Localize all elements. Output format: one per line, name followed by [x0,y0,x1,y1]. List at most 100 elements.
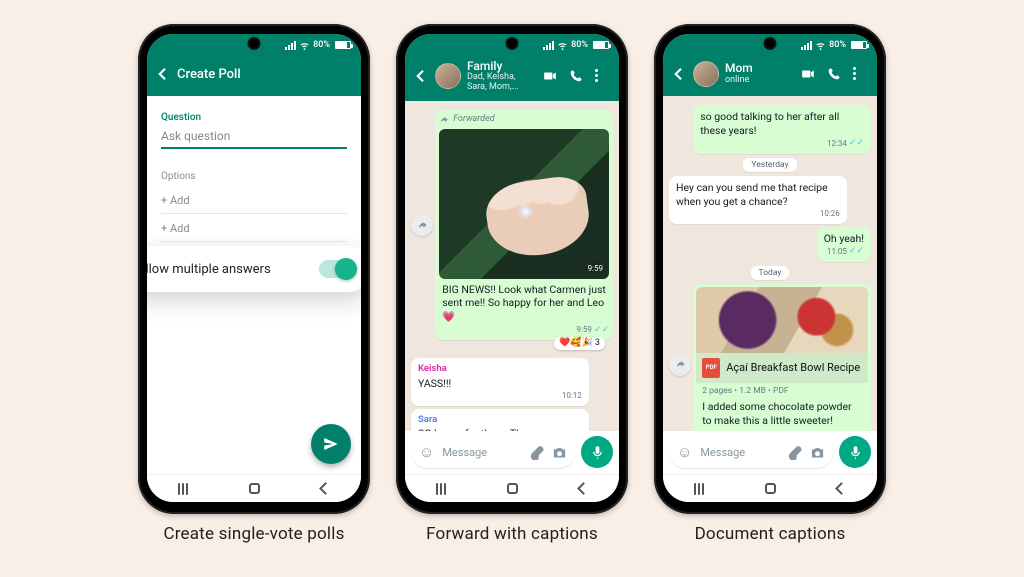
phone-camera [250,39,259,48]
back-button[interactable] [669,65,687,83]
msg-time: 10:12 [562,391,582,401]
nav-home-icon[interactable] [249,483,260,494]
message-input[interactable]: ☺ Message [669,436,833,468]
options-label: Options [161,171,347,182]
more-menu-icon[interactable] [853,67,867,81]
messages[interactable]: Forwarded 9:59 BIG NEWS!! Look what Carm… [405,101,619,431]
video-call-icon[interactable] [543,69,557,83]
attachment-icon[interactable] [787,445,802,460]
nav-recents-icon[interactable] [694,483,704,495]
column-poll: 80% Create Poll Question Ask question Op… [138,24,370,544]
add-option-1[interactable]: + Add [161,186,347,214]
allow-multiple-label: Allow multiple answers [147,262,271,277]
back-button[interactable] [153,65,171,83]
send-poll-button[interactable] [311,424,351,464]
msg-text: Hey can you send me that recipe when you… [676,181,828,208]
forwarded-message[interactable]: Forwarded 9:59 BIG NEWS!! Look what Carm… [435,110,613,340]
battery-icon [851,41,867,49]
android-nav-bar [405,474,619,502]
nav-back-icon[interactable] [319,482,332,495]
voice-call-icon[interactable] [827,67,841,81]
document-title: Açaí Breakfast Bowl Recipe [726,361,860,375]
header-actions [543,69,613,83]
read-ticks-icon: ✓✓ [849,246,864,258]
message-input[interactable]: ☺ Message [411,436,575,468]
forward-arrow-icon [439,115,449,125]
camera-icon[interactable] [552,445,567,460]
msg-text: so good talking to her after all these y… [700,110,839,137]
wifi-icon [815,40,826,51]
messages[interactable]: so good talking to her after all these y… [663,96,877,431]
header-title: Create Poll [177,67,355,82]
back-button[interactable] [411,67,429,85]
battery-pct: 80% [571,40,588,50]
outgoing-message[interactable]: Oh yeah! 11:05✓✓ [817,227,871,262]
incoming-message[interactable]: SaraSO happy for them. They are perfect … [411,409,589,431]
forwarded-photo[interactable]: 9:59 [439,129,609,279]
screen-poll: 80% Create Poll Question Ask question Op… [147,34,361,502]
arrow-left-icon [669,65,687,83]
emoji-icon[interactable]: ☺ [419,443,434,461]
create-poll-header: Create Poll [147,56,361,96]
screen-forward: 80% Family Dad, Keisha, Sara, Mom,... [405,34,619,502]
msg-text: YASS!!! [418,377,451,390]
camera-icon[interactable] [810,445,825,460]
document-thumbnail [696,287,868,353]
nav-recents-icon[interactable] [178,483,188,495]
android-nav-bar [663,474,877,502]
mic-icon [848,445,863,460]
chat-subtitle: Dad, Keisha, Sara, Mom,... [467,73,537,93]
chat-status: online [725,76,795,86]
screen-document: 80% Mom online [663,34,877,502]
chat-header[interactable]: Family Dad, Keisha, Sara, Mom,... [405,56,619,101]
more-menu-icon[interactable] [595,69,609,83]
share-button[interactable] [669,354,691,376]
nav-recents-icon[interactable] [436,483,446,495]
caption-poll: Create single-vote polls [163,524,344,544]
chat-avatar [693,61,719,87]
battery-pct: 80% [829,40,846,50]
signal-icon [543,41,554,50]
add-option-2[interactable]: + Add [161,214,347,242]
wifi-icon [299,40,310,51]
video-call-icon[interactable] [801,67,815,81]
date-chip: Today [751,266,790,280]
phone-frame: 80% Mom online [654,24,886,514]
nav-home-icon[interactable] [765,483,776,494]
incoming-message[interactable]: Hey can you send me that recipe when you… [669,176,847,224]
nav-back-icon[interactable] [577,482,590,495]
chat-name: Mom [725,62,795,75]
mic-button[interactable] [839,436,871,468]
allow-multiple-toggle[interactable] [319,260,355,278]
photo-timestamp: 9:59 [588,264,603,274]
msg-time: 11:05 [827,247,847,257]
poll-body: Question Ask question Options + Add + Ad… [147,96,361,474]
mic-button[interactable] [581,436,613,468]
msg-time: 10:26 [820,209,840,219]
emoji-icon[interactable]: ☺ [677,443,692,461]
attachment-icon[interactable] [529,445,544,460]
allow-multiple-card: Allow multiple answers [147,246,361,292]
document-message[interactable]: PDF Açaí Breakfast Bowl Recipe 2 pages •… [693,284,871,431]
share-button[interactable] [411,214,433,236]
share-icon [417,220,428,231]
question-input[interactable]: Ask question [161,123,347,149]
document-meta: 2 pages • 1.2 MB • PDF [696,383,868,398]
battery-pct: 80% [313,40,330,50]
message-reactions[interactable]: ❤️🥰🎉 3 [554,337,605,351]
chat-header[interactable]: Mom online [663,56,877,96]
incoming-message[interactable]: KeishaYASS!!!10:12 [411,358,589,405]
caption-forward: Forward with captions [426,524,598,544]
nav-home-icon[interactable] [507,483,518,494]
outgoing-message[interactable]: so good talking to her after all these y… [693,105,871,154]
document-row[interactable]: PDF Açaí Breakfast Bowl Recipe [696,353,868,383]
signal-icon [285,41,296,50]
voice-call-icon[interactable] [569,69,583,83]
read-ticks-icon: ✓✓ [849,138,864,150]
composer: ☺ Message [405,431,619,474]
signal-icon [801,41,812,50]
nav-back-icon[interactable] [835,482,848,495]
mic-icon [590,445,605,460]
msg-time: 12:34 [827,139,847,149]
battery-icon [593,41,609,49]
